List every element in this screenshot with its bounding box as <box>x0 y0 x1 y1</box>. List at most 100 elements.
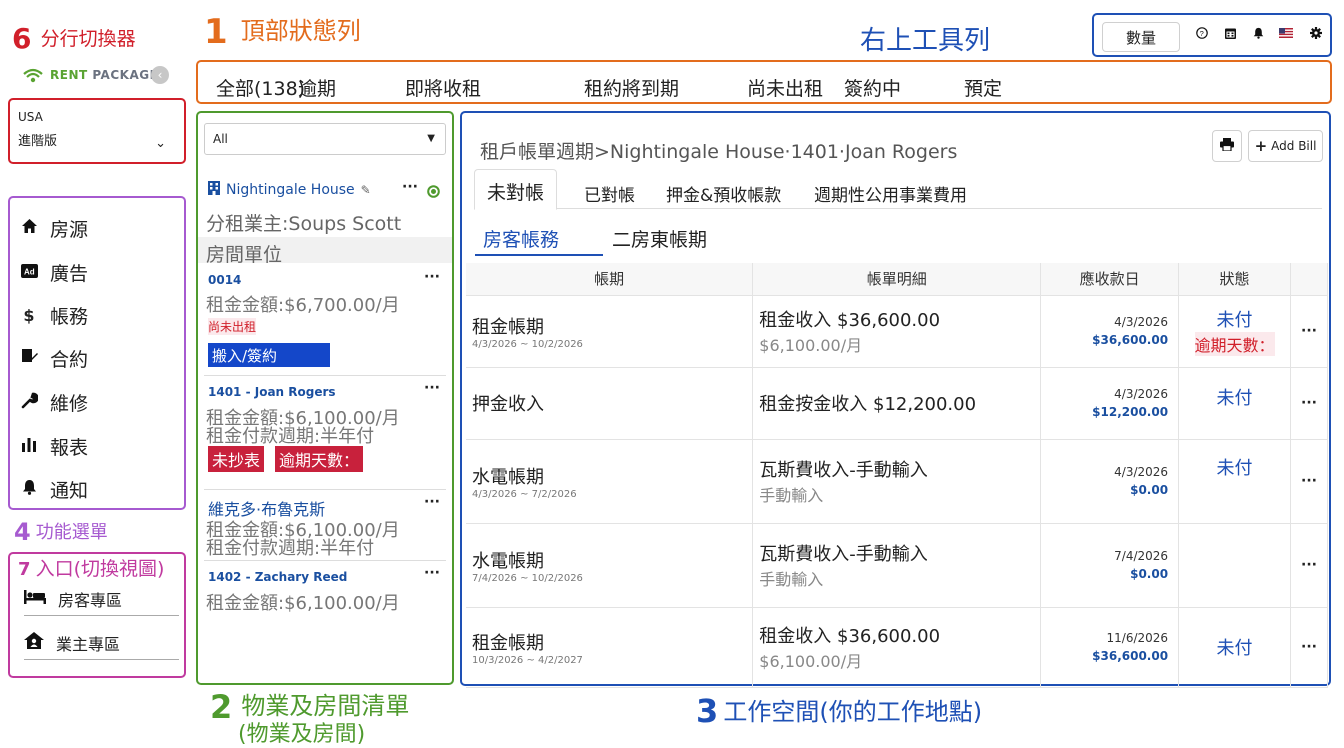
annotation-number: 4 <box>14 518 31 546</box>
more-icon[interactable]: ··· <box>424 565 440 581</box>
tab-recurring-utility[interactable]: 週期性公用事業費用 <box>814 181 967 206</box>
help-icon[interactable]: ? <box>1194 27 1210 42</box>
property-name[interactable]: Nightingale House <box>226 182 355 198</box>
due-date: 7/4/2026 <box>1114 549 1169 563</box>
menu-item-label: 合約 <box>50 348 89 371</box>
branch-switcher[interactable]: USA 進階版 ⌄ <box>8 98 186 164</box>
breadcrumb: 租戶帳單週期>Nightingale House·1401·Joan Roger… <box>480 141 958 163</box>
print-button[interactable] <box>1212 130 1242 162</box>
table-row[interactable]: 水電帳期 4/3/2026 ~ 7/2/2026 瓦斯費收入-手動輸入 手動輸入 4… <box>466 439 1329 524</box>
due-date: 4/3/2026 <box>1114 465 1169 479</box>
bill-range: 4/3/2026 ~ 10/2/2026 <box>472 338 583 350</box>
column-header-actions <box>1290 263 1329 296</box>
status-badge: 未付 <box>1216 310 1253 331</box>
building-icon <box>208 181 220 199</box>
collapse-sidebar-button[interactable]: ‹ <box>151 66 169 84</box>
entry-label: 房客專區 <box>58 590 123 610</box>
menu-item-label: 廣告 <box>50 262 89 285</box>
status-tab-lease-expiring[interactable]: 租約將到期 <box>584 74 679 101</box>
more-icon[interactable]: ··· <box>424 494 440 510</box>
subtab-tenant-billing[interactable]: 房客帳務 <box>475 225 603 256</box>
branch-country: USA <box>18 110 43 124</box>
bell-icon[interactable] <box>1250 27 1266 42</box>
active-status-icon <box>427 183 440 202</box>
column-header-period[interactable]: 帳期 <box>466 263 754 296</box>
bill-period: 水電帳期 <box>472 550 544 572</box>
unit-title[interactable]: 0014 <box>208 273 241 287</box>
status-tab-signing[interactable]: 簽約中 <box>844 74 901 101</box>
bill-detail: 租金收入 $36,600.00 <box>759 626 941 647</box>
more-icon[interactable]: ··· <box>424 380 440 396</box>
column-header-status[interactable]: 狀態 <box>1178 263 1291 296</box>
quantity-label: 數量 <box>1125 28 1156 47</box>
due-date: 11/6/2026 <box>1106 631 1169 645</box>
tab-unreconciled[interactable]: 未對帳 <box>474 169 558 210</box>
due-date: 4/3/2026 <box>1114 315 1169 329</box>
move-in-sign-button[interactable]: 搬入/簽約 <box>208 343 330 367</box>
entry-label: 業主專區 <box>56 634 121 654</box>
menu-item-contracts[interactable]: 合約 <box>20 344 88 372</box>
edit-icon[interactable]: ✎ <box>361 183 371 197</box>
due-amount: $36,600.00 <box>1092 333 1169 347</box>
menu-item-label: 維修 <box>50 392 89 415</box>
row-more-icon[interactable]: ··· <box>1290 295 1329 368</box>
subtab-sublandlord-period[interactable]: 二房東帳期 <box>612 225 707 252</box>
overdue-days-badge: 逾期天數： <box>275 446 364 472</box>
bills-table: 帳期 帳單明細 應收款日 狀態 租金帳期 4/3/2026 ~ 10/2/2026… <box>466 263 1329 688</box>
table-row[interactable]: 水電帳期 7/4/2026 ~ 10/2/2026 瓦斯費收入-手動輸入 手動輸入 … <box>466 523 1329 608</box>
annotation-number: 1 <box>204 12 228 52</box>
annotation-number: 2 <box>210 688 233 726</box>
status-tab-vacant[interactable]: 尚未出租 <box>747 74 823 101</box>
column-header-detail[interactable]: 帳單明細 <box>752 263 1042 296</box>
menu-item-label: 報表 <box>50 436 89 459</box>
status-tab-reserved[interactable]: 預定 <box>964 74 1002 101</box>
unit-card[interactable]: 0014 ··· 租金金額:$6,700.00/月 尚未出租 搬入/簽約 <box>198 263 452 375</box>
unit-card[interactable]: 維克多·布魯克斯 ··· 租金金額:$6,100.00/月 租金付款週期:半年付 <box>198 490 452 560</box>
table-row[interactable]: 押金收入 租金按金收入 $12,200.00 4/3/2026 $12,200.0… <box>466 367 1329 440</box>
column-header-due-date[interactable]: 應收款日 <box>1040 263 1180 296</box>
us-flag-icon[interactable] <box>1278 27 1294 41</box>
row-more-icon[interactable]: ··· <box>1290 607 1329 688</box>
table-row[interactable]: 租金帳期 4/3/2026 ~ 10/2/2026 租金收入 $36,600.00… <box>466 295 1329 368</box>
menu-item-maintenance[interactable]: 維修 <box>20 388 88 416</box>
menu-item-listings[interactable]: 房源 <box>20 214 88 242</box>
menu-item-accounting[interactable]: $ 帳務 <box>20 301 88 329</box>
unit-card[interactable]: 1402 - Zachary Reed ··· 租金金額:$6,100.00/月 <box>198 561 452 621</box>
status-tab-upcoming-rent[interactable]: 即將收租 <box>405 74 481 101</box>
property-header[interactable]: Nightingale House ✎ <box>208 181 371 199</box>
add-bill-button[interactable]: + Add Bill <box>1248 130 1323 162</box>
view-entry-panel: 房客專區 業主專區 <box>8 552 186 678</box>
tab-reconciled[interactable]: 已對帳 <box>584 181 635 206</box>
row-more-icon[interactable]: ··· <box>1290 367 1329 440</box>
gear-icon[interactable] <box>1308 27 1324 42</box>
unit-title[interactable]: 1401 - Joan Rogers <box>208 385 336 399</box>
unit-title[interactable]: 1402 - Zachary Reed <box>208 570 347 584</box>
bill-tabs: 未對帳 已對帳 押金&預收帳款 週期性公用事業費用 <box>474 169 1322 210</box>
meter-unread-badge: 未抄表 <box>208 446 265 472</box>
status-tab-all[interactable]: 全部(138) <box>216 74 305 101</box>
menu-item-reports[interactable]: 報表 <box>20 432 88 460</box>
quantity-button[interactable]: 數量 <box>1102 22 1180 52</box>
bill-detail-sub: 手動輸入 <box>759 486 824 505</box>
bill-detail-sub: $6,100.00/月 <box>759 652 863 671</box>
status-tab-overdue[interactable]: 逾期 <box>298 74 336 101</box>
property-more-icon[interactable]: ··· <box>402 179 418 195</box>
entry-tenant-area[interactable]: 房客專區 <box>24 586 179 616</box>
more-icon[interactable]: ··· <box>424 269 440 285</box>
calendar-icon[interactable] <box>1222 27 1238 42</box>
status-filter-bar: 全部(138) 逾期 即將收租 租約將到期 尚未出租 簽約中 預定 <box>196 60 1332 104</box>
menu-item-notifications[interactable]: 通知 <box>20 475 88 503</box>
property-filter-select[interactable]: All ▼ <box>204 123 446 155</box>
unit-card[interactable]: 1401 - Joan Rogers ··· 租金金額:$6,100.00/月 … <box>198 376 452 488</box>
bill-detail: 瓦斯費收入-手動輸入 <box>759 544 928 565</box>
brand-logo[interactable]: RENT PACKAGE <box>22 64 172 86</box>
wrench-icon <box>20 392 39 413</box>
menu-item-ads[interactable]: Ad 廣告 <box>20 258 88 286</box>
table-row[interactable]: 租金帳期 10/3/2026 ~ 4/2/2027 租金收入 $36,600.00… <box>466 607 1329 688</box>
dollar-icon: $ <box>23 305 35 325</box>
bill-detail: 租金收入 $36,600.00 <box>759 310 941 331</box>
row-more-icon[interactable]: ··· <box>1290 523 1329 608</box>
tab-deposit-prepaid[interactable]: 押金&預收帳款 <box>666 181 781 206</box>
row-more-icon[interactable]: ··· <box>1290 439 1329 524</box>
entry-owner-area[interactable]: 業主專區 <box>24 630 179 660</box>
